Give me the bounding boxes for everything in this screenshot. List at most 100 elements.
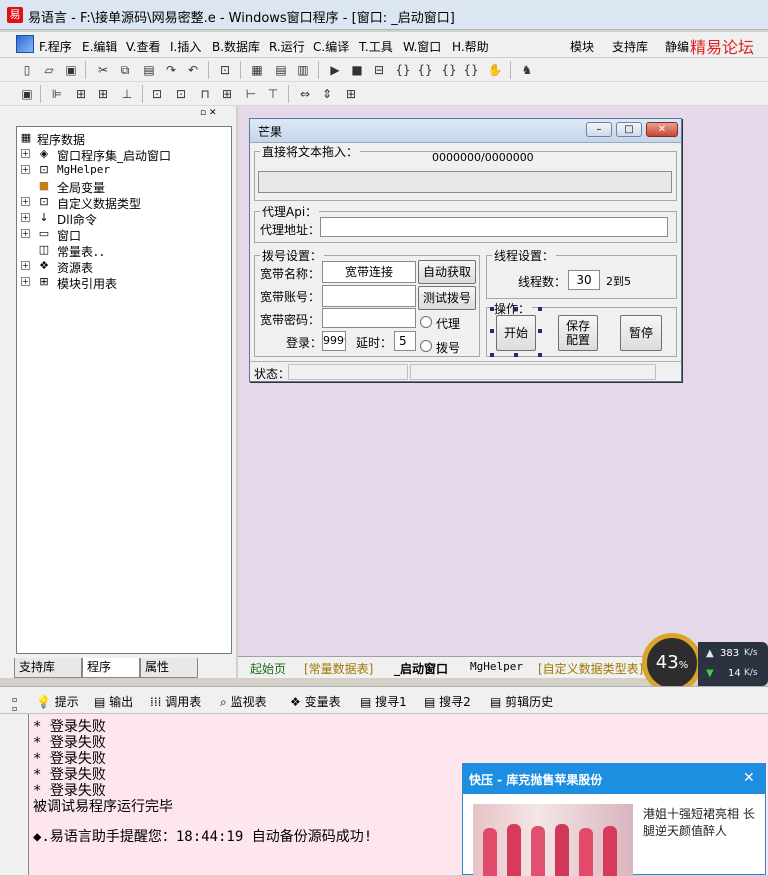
tab-output[interactable]: ▤ 输出 [94,693,133,710]
tab-search2[interactable]: ▤ 搜寻2 [424,693,471,710]
save-config-button[interactable]: 保存 配置 [558,315,598,351]
space-2-icon[interactable]: ⊞ [218,85,236,103]
tab-constants[interactable]: [常量数据表] [304,660,373,677]
start-button[interactable]: 开始 [496,315,536,351]
menu-database[interactable]: B.数据库 [212,38,260,55]
size-height-icon[interactable]: ⇕ [318,85,336,103]
space-3-icon[interactable]: ⊢ [242,85,260,103]
tab-mghelper[interactable]: MgHelper [470,660,523,673]
open-folder-icon[interactable]: ▱ [40,61,58,79]
h-center-icon[interactable]: ⊡ [148,85,166,103]
menu-edit[interactable]: E.编辑 [82,38,117,55]
menu-tools[interactable]: T.工具 [359,38,393,55]
close-icon[interactable]: ✕ [743,770,755,786]
undo-icon[interactable]: ↶ [184,61,202,79]
hand-icon[interactable]: ✋ [486,61,504,79]
space-1-icon[interactable]: ⊓ [196,85,214,103]
step-4-icon[interactable]: {} [440,61,458,79]
expand-icon[interactable]: + [21,165,30,174]
variable-icon: ■ [38,179,50,192]
expand-icon[interactable]: + [21,229,30,238]
layout-3-icon[interactable]: ▥ [294,61,312,79]
step-5-icon[interactable]: {} [462,61,480,79]
align-bottom-icon[interactable]: ⊥ [118,85,136,103]
login-input[interactable]: 9999 [322,331,346,351]
menu-modules[interactable]: 模块 [570,38,594,55]
pause-button[interactable]: 暂停 [620,315,662,351]
menu-view[interactable]: V.查看 [126,38,160,55]
menu-window[interactable]: W.窗口 [403,38,441,55]
menu-insert[interactable]: I.插入 [170,38,201,55]
redo-icon[interactable]: ↷ [162,61,180,79]
align-left-icon[interactable]: ⊫ [48,85,66,103]
step-2-icon[interactable]: {} [394,61,412,79]
test-dial-button[interactable]: 测试拨号 [418,286,476,310]
auto-fetch-button[interactable]: 自动获取 [418,260,476,284]
bb-account-input[interactable] [322,285,416,307]
save-icon[interactable]: ▣ [62,61,80,79]
size-both-icon[interactable]: ⊞ [342,85,360,103]
form-icon[interactable]: ▣ [18,85,36,103]
resource-icon: ❖ [39,259,49,272]
pin-icon[interactable]: ▫ ▫ [12,695,17,713]
align-right-icon[interactable]: ⊞ [94,85,112,103]
align-center-icon[interactable]: ⊞ [72,85,90,103]
copy-icon[interactable]: ⧉ [116,61,134,79]
tab-hint[interactable]: 💡 提示 [36,693,79,710]
close-icon[interactable]: ✕ [646,122,678,137]
step-1-icon[interactable]: ⊟ [370,61,388,79]
stop-icon[interactable]: ■ [348,61,366,79]
menu-program[interactable]: F.程序 [39,38,72,55]
tab-call-stack[interactable]: ⁞⁞⁞ 调用表 [150,693,201,710]
tab-search1[interactable]: ▤ 搜寻1 [360,693,407,710]
tab-watch[interactable]: ⌕ 监视表 [220,693,267,710]
news-caption[interactable]: 港姐十强短裙亮相 长腿逆天颜值醉人 [643,806,761,840]
delay-input[interactable]: 5 [394,331,416,351]
step-3-icon[interactable]: {} [416,61,434,79]
expand-icon[interactable]: + [21,197,30,206]
proxy-address-input[interactable] [320,217,668,237]
layout-2-icon[interactable]: ▤ [272,61,290,79]
radio-proxy[interactable] [420,316,432,328]
tab-custom-types[interactable]: [自定义数据类型表] [538,660,643,677]
run-icon[interactable]: ▶ [326,61,344,79]
menu-run[interactable]: R.运行 [269,38,305,55]
expand-icon[interactable]: + [21,213,30,222]
tab-support-lib[interactable]: 支持库 [14,658,82,678]
news-thumbnail[interactable] [473,804,633,876]
new-file-icon[interactable]: ▯ [18,61,36,79]
tab-startup-window[interactable]: _启动窗口 [394,660,448,677]
menu-help[interactable]: H.帮助 [452,38,489,55]
v-center-icon[interactable]: ⊡ [172,85,190,103]
expand-icon[interactable]: + [21,277,30,286]
tab-program[interactable]: 程序 [82,658,140,678]
maximize-icon[interactable]: □ [616,122,642,137]
size-width-icon[interactable]: ⇔ [296,85,314,103]
radio-dial[interactable] [420,340,432,352]
thread-count-input[interactable]: 30 [568,270,600,290]
expand-icon[interactable]: + [21,261,30,270]
network-speed-widget[interactable]: 43% ▲ 383 K/s ▼ 14 K/s [642,633,768,693]
tab-clip-history[interactable]: ▤ 剪辑历史 [490,693,553,710]
form-window[interactable]: 芒果 – □ ✕ 直接将文本拖入： 0000000/0000000 代理Api：… [249,118,682,382]
tab-variables[interactable]: ❖ 变量表 [290,693,341,710]
people-icon[interactable]: ♞ [518,61,536,79]
space-4-icon[interactable]: ⊤ [264,85,282,103]
drag-drop-field[interactable] [258,171,672,193]
expand-icon[interactable]: + [21,149,30,158]
paste-icon[interactable]: ▤ [140,61,158,79]
tab-start-page[interactable]: 起始页 [250,660,286,677]
tab-properties[interactable]: 属性 [140,658,198,678]
cut-icon[interactable]: ✂ [94,61,112,79]
panel-controls[interactable]: ▫ ✕ [200,108,232,120]
menu-compile[interactable]: C.编译 [313,38,349,55]
menu-static-compile[interactable]: 静编 [665,38,689,55]
bb-name-input[interactable]: 宽带连接 [322,261,416,283]
bb-password-input[interactable] [322,308,416,328]
layout-1-icon[interactable]: ▦ [248,61,266,79]
menu-support-lib[interactable]: 支持库 [612,38,648,55]
find-icon[interactable]: ⊡ [216,61,234,79]
minimize-icon[interactable]: – [586,122,612,137]
document-menu-icon[interactable] [16,35,34,53]
news-popup[interactable]: 快压 - 库克抛售苹果股份 ✕ 港姐十强短裙亮相 长腿逆天颜值醉人 [462,763,766,876]
